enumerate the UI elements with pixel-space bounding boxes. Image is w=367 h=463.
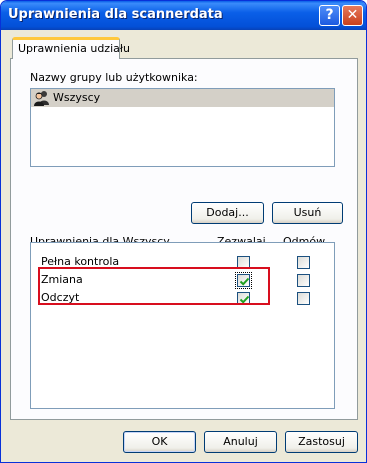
cancel-button[interactable]: Anuluj bbox=[204, 431, 277, 453]
window-title: Uprawnienia dla scannerdata bbox=[8, 7, 223, 22]
groups-listbox[interactable]: Wszyscy bbox=[30, 88, 335, 167]
ok-button[interactable]: OK bbox=[123, 431, 196, 453]
full-control-deny-checkbox[interactable] bbox=[297, 256, 310, 269]
group-name: Wszyscy bbox=[53, 91, 101, 104]
tab-share-permissions[interactable]: Uprawnienia udziału bbox=[12, 37, 130, 59]
groups-label: Nazwy grupy lub użytkownika: bbox=[30, 71, 198, 84]
user-group-icon bbox=[34, 90, 50, 106]
highlight-annotation bbox=[38, 267, 270, 305]
change-deny-checkbox[interactable] bbox=[297, 274, 310, 287]
close-button[interactable]: ✕ bbox=[342, 5, 363, 26]
remove-button[interactable]: Usuń bbox=[272, 202, 343, 224]
title-bar[interactable]: Uprawnienia dla scannerdata ? ✕ bbox=[1, 1, 366, 30]
add-button[interactable]: Dodaj... bbox=[191, 202, 264, 224]
dialog-window: Uprawnienia dla scannerdata ? ✕ Uprawnie… bbox=[0, 0, 367, 463]
help-button[interactable]: ? bbox=[319, 5, 340, 26]
apply-button[interactable]: Zastosuj bbox=[285, 431, 358, 453]
permissions-list: Pełna kontrola Zmiana Odczyt bbox=[30, 242, 335, 409]
read-deny-checkbox[interactable] bbox=[297, 292, 310, 305]
tab-panel: Nazwy grupy lub użytkownika: Wszyscy Dod… bbox=[10, 58, 358, 420]
list-item[interactable]: Wszyscy bbox=[31, 89, 334, 107]
